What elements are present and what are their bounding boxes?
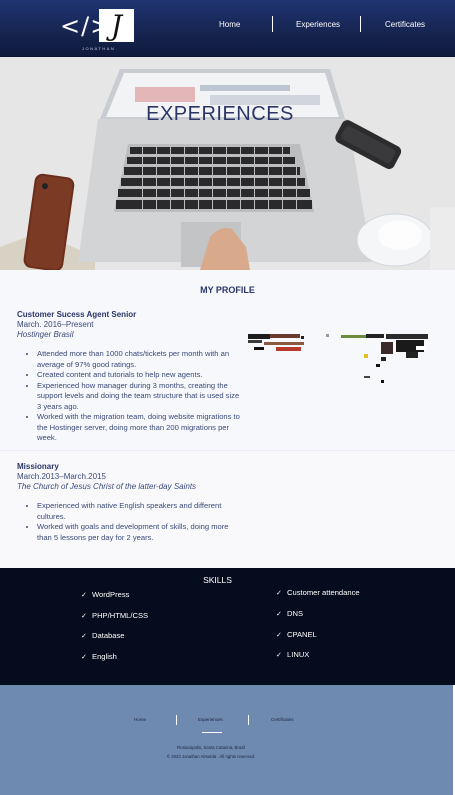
job-bullets: Attended more than 1000 chats/tickets pe… bbox=[17, 349, 242, 444]
job-title: Missionary bbox=[17, 462, 59, 471]
footer-copyright: © 2023 Jonathan Almeida . All rights res… bbox=[166, 754, 256, 759]
skill-item: ✓ English bbox=[81, 652, 117, 661]
hero-desk-photo bbox=[0, 57, 455, 270]
skill-item: ✓ PHP/HTML/CSS bbox=[81, 611, 148, 620]
skill-label: English bbox=[92, 652, 117, 661]
logo-name: JONATHAN bbox=[82, 46, 116, 51]
job-bullet: Experienced with native English speakers… bbox=[37, 501, 242, 522]
job-company: The Church of Jesus Christ of the latter… bbox=[17, 482, 197, 491]
site-footer: Home Experiences Certificates Florianópo… bbox=[0, 685, 453, 795]
check-icon: ✓ bbox=[81, 613, 87, 620]
nav-divider bbox=[272, 16, 273, 32]
nav-experiences-link[interactable]: Experiences bbox=[296, 20, 340, 29]
skill-item: ✓ Database bbox=[81, 631, 125, 640]
hero-banner: EXPERIENCES bbox=[0, 57, 455, 270]
hero-title: EXPERIENCES bbox=[146, 103, 294, 125]
site-header: </> J JONATHAN Home Experiences Certific… bbox=[0, 0, 455, 57]
broken-image bbox=[248, 334, 428, 383]
footer-home-link[interactable]: Home bbox=[134, 717, 146, 722]
profile-title: MY PROFILE bbox=[200, 285, 255, 295]
skill-label: CPANEL bbox=[287, 630, 317, 639]
check-icon: ✓ bbox=[276, 632, 282, 639]
job-title: Customer Sucess Agent Senior bbox=[17, 310, 137, 319]
skill-item: ✓ DNS bbox=[276, 609, 303, 618]
skills-section: SKILLS ✓ WordPress ✓ PHP/HTML/CSS ✓ Databas… bbox=[0, 568, 455, 685]
nav-divider bbox=[360, 16, 361, 32]
job-date: March. 2016–Present bbox=[17, 320, 94, 329]
footer-experiences-link[interactable]: Experiences bbox=[198, 717, 223, 722]
check-icon: ✓ bbox=[276, 590, 282, 597]
check-icon: ✓ bbox=[276, 652, 282, 659]
job-company: Hostinger Brasil bbox=[17, 330, 74, 339]
job-bullet: Experienced how manager during 3 months,… bbox=[37, 381, 242, 413]
footer-divider bbox=[248, 715, 249, 725]
logo-badge[interactable]: J bbox=[99, 9, 134, 42]
skill-label: Customer attendance bbox=[287, 588, 360, 597]
skill-item: ✓ Customer attendance bbox=[276, 588, 360, 597]
job-bullets: Experienced with native English speakers… bbox=[17, 501, 242, 543]
logo-letter: J bbox=[110, 9, 123, 42]
job-bullet: Created content and tutorials to help ne… bbox=[37, 370, 242, 381]
check-icon: ✓ bbox=[81, 654, 87, 661]
check-icon: ✓ bbox=[81, 633, 87, 640]
skill-label: Database bbox=[92, 631, 125, 640]
skill-label: DNS bbox=[287, 609, 304, 618]
job-entry: Customer Sucess Agent Senior March. 2016… bbox=[17, 310, 242, 444]
nav-certificates-link[interactable]: Certificates bbox=[385, 20, 425, 29]
job-bullet: Worked with goals and development of ski… bbox=[37, 522, 242, 543]
profile-section: MY PROFILE Customer Sucess Agent Senior … bbox=[0, 270, 455, 568]
skills-title: SKILLS bbox=[203, 575, 232, 585]
skill-item: ✓ WordPress bbox=[81, 590, 129, 599]
footer-rule bbox=[202, 732, 222, 733]
skill-label: LINUX bbox=[287, 650, 310, 659]
skill-label: PHP/HTML/CSS bbox=[92, 611, 149, 620]
skill-item: ✓ LINUX bbox=[276, 650, 309, 659]
skill-item: ✓ CPANEL bbox=[276, 630, 317, 639]
job-divider bbox=[0, 450, 455, 451]
footer-certificates-link[interactable]: Certificates bbox=[271, 717, 294, 722]
job-date: March.2013–March.2015 bbox=[17, 472, 106, 481]
job-entry: Missionary March.2013–March.2015 The Chu… bbox=[17, 462, 242, 543]
nav-home-link[interactable]: Home bbox=[219, 20, 240, 29]
check-icon: ✓ bbox=[81, 592, 87, 599]
skill-label: WordPress bbox=[92, 590, 130, 599]
job-bullet: Worked with the migration team, doing we… bbox=[37, 412, 242, 444]
footer-divider bbox=[176, 715, 177, 725]
footer-address: Florianópolis, Santa Catarina, Brazil bbox=[176, 745, 246, 750]
job-bullet: Attended more than 1000 chats/tickets pe… bbox=[37, 349, 242, 370]
check-icon: ✓ bbox=[276, 611, 282, 618]
